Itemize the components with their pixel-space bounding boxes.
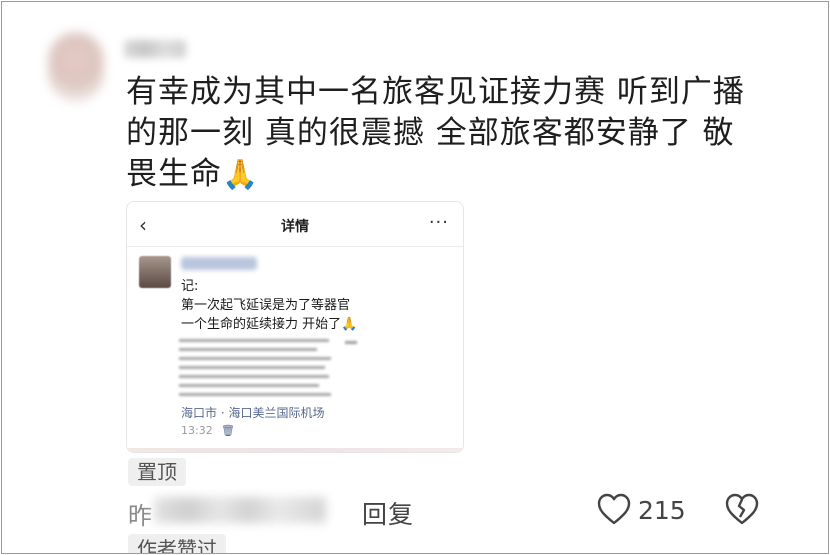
card-body: 记: 第一次起飞延误是为了等器官 一个生命的延续接力 开始了🙏 海口市 · 海口… xyxy=(127,247,463,452)
ellipsis-icon: ··· xyxy=(428,212,449,233)
card-title: 详情 xyxy=(281,219,309,235)
comment-time-blurred xyxy=(154,497,326,523)
post-text: 记: 第一次起飞延误是为了等器官 一个生命的延续接力 开始了🙏 xyxy=(181,277,451,334)
heart-icon[interactable] xyxy=(596,492,632,526)
card-bottom-strip xyxy=(127,448,463,452)
comment-time: 昨 xyxy=(128,502,152,530)
trash-icon: 🗑 xyxy=(221,424,235,437)
blurred-article-text xyxy=(179,339,343,403)
reply-button[interactable]: 回复 xyxy=(362,495,414,531)
card-header: ‹ 详情 ··· xyxy=(127,202,463,247)
post-avatar xyxy=(139,256,171,288)
attached-screenshot[interactable]: ‹ 详情 ··· 记: 第一次起飞延误是为了等器官 一个生命的延续接力 开始了🙏 xyxy=(126,201,464,453)
username-blurred[interactable] xyxy=(124,40,186,58)
broken-heart-icon[interactable] xyxy=(724,492,760,526)
comment-body: 有幸成为其中一名旅客见证接力赛 听到广播的那一刻 真的很震撼 全部旅客都安静了 … xyxy=(126,74,745,192)
comment-text: 有幸成为其中一名旅客见证接力赛 听到广播的那一刻 真的很震撼 全部旅客都安静了 … xyxy=(126,72,766,195)
comment-screenshot: 有幸成为其中一名旅客见证接力赛 听到广播的那一刻 真的很震撼 全部旅客都安静了 … xyxy=(1,1,829,554)
like-count: 215 xyxy=(638,496,686,525)
blurred-timestamp xyxy=(345,341,357,344)
pray-emoji-icon: 🙏 xyxy=(222,157,260,191)
post-username-blurred xyxy=(181,257,257,270)
post-location: 海口市 · 海口美兰国际机场 xyxy=(181,406,325,420)
post-line-3: 一个生命的延续接力 开始了🙏 xyxy=(181,317,358,332)
avatar[interactable] xyxy=(48,32,104,102)
post-line-1: 记: xyxy=(181,279,199,294)
author-liked-badge: 作者赞过 xyxy=(128,534,226,553)
post-time: 13:32 xyxy=(181,424,213,437)
pinned-badge: 置顶 xyxy=(128,458,186,486)
post-line-2: 第一次起飞延误是为了等器官 xyxy=(181,298,351,313)
